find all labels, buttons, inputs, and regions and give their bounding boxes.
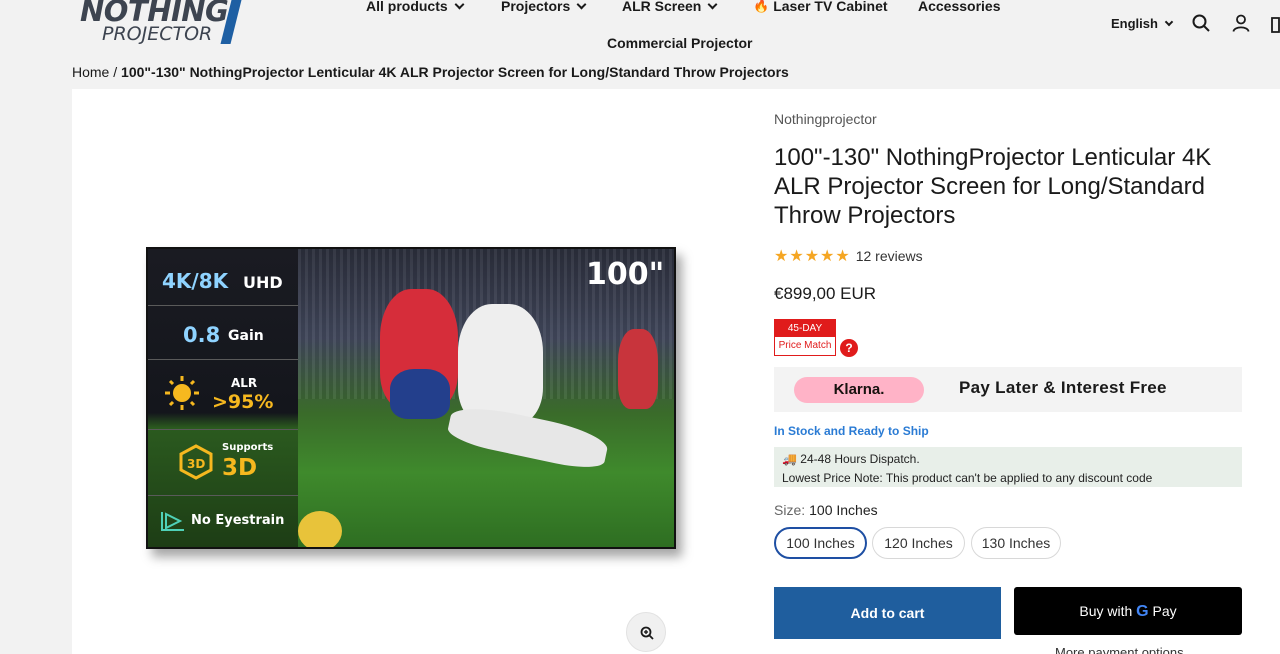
feature-alr-value: >95% (212, 391, 274, 413)
feature-eyestrain: No Eyestrain (191, 513, 285, 528)
klarna-logo: Klarna. (794, 377, 924, 403)
feature-divider (148, 429, 298, 430)
star-icon: ★ (804, 248, 820, 265)
product-title: 100"-130" NothingProjector Lenticular 4K… (774, 144, 1212, 229)
star-icon: ★ (789, 248, 804, 265)
feature-divider (148, 305, 298, 306)
truck-icon: 🚚 (782, 452, 797, 466)
google-pay-button[interactable]: Buy with G Pay (1014, 587, 1242, 635)
breadcrumb: Home / 100"-130" NothingProjector Lentic… (72, 64, 789, 80)
chevron-down-icon (454, 0, 465, 9)
language-label: English (1111, 16, 1158, 31)
price-match-badge: 45-DAY Price Match (774, 319, 836, 356)
nav-laser-tv-cabinet[interactable]: 🔥 Laser TV Cabinet (753, 0, 888, 14)
breadcrumb-current: 100"-130" NothingProjector Lenticular 4K… (121, 64, 789, 80)
image-ball (298, 511, 342, 547)
google-g-icon: G (1136, 603, 1149, 620)
nav-label: Laser TV Cabinet (773, 0, 888, 14)
main-nav: All products Projectors ALR Screen 🔥 Lase… (0, 0, 1280, 18)
nav-label: All products (366, 0, 448, 14)
cube-3d-icon: 3D (179, 444, 213, 480)
chevron-down-icon (576, 0, 587, 9)
feature-divider (148, 495, 298, 496)
feature-divider (148, 359, 298, 360)
price-note: Lowest Price Note: This product can't be… (782, 471, 1153, 485)
stock-status: In Stock and Ready to Ship (774, 424, 929, 438)
breadcrumb-home[interactable]: Home (72, 64, 109, 80)
cart-icon[interactable] (1270, 14, 1280, 36)
star-icon: ★ (835, 248, 850, 265)
star-icon: ★ (820, 248, 835, 265)
svg-text:3D: 3D (187, 457, 205, 471)
feature-alr-label: ALR (231, 376, 258, 390)
product-image[interactable]: 100" 4K/8K UHD 0.8 Gain ALR >95% 3D Supp… (146, 247, 676, 549)
product-price: €899,00 EUR (774, 284, 877, 303)
feature-resolution: 4K/8K (162, 269, 229, 293)
size-selected-value: 100 Inches (809, 502, 878, 518)
zoom-button[interactable] (626, 612, 666, 652)
size-option-120[interactable]: 120 Inches (872, 527, 965, 559)
dispatch-note: 🚚 24-48 Hours Dispatch. Lowest Price Not… (774, 447, 1242, 487)
product-vendor[interactable]: Nothingprojector (774, 111, 877, 127)
image-player-white (458, 304, 543, 424)
nav-label: ALR Screen (622, 0, 702, 14)
nav-projectors[interactable]: Projectors (501, 0, 587, 14)
feature-resolution-unit: UHD (243, 273, 283, 292)
feature-supports-value: 3D (222, 455, 258, 481)
badge-days: 45-DAY (775, 320, 835, 337)
feature-gain-label: Gain (228, 328, 264, 344)
klarna-text: Pay Later & Interest Free (959, 378, 1167, 397)
account-icon[interactable] (1232, 14, 1250, 32)
search-icon[interactable] (1192, 14, 1210, 32)
gpay-pay: Pay (1152, 603, 1177, 619)
nav-alr-screen[interactable]: ALR Screen (622, 0, 718, 14)
feature-gain-value: 0.8 (183, 323, 221, 347)
dispatch-text: 24-48 Hours Dispatch. (800, 452, 920, 466)
klarna-banner[interactable]: Klarna. Pay Later & Interest Free (774, 367, 1242, 412)
breadcrumb-separator: / (113, 64, 118, 80)
nav-label: Projectors (501, 0, 571, 14)
nav-commercial-projector[interactable]: Commercial Projector (607, 35, 753, 51)
add-to-cart-button[interactable]: Add to cart (774, 587, 1001, 639)
review-count[interactable]: 12 reviews (856, 248, 923, 264)
language-selector[interactable]: English (1111, 16, 1174, 31)
more-payment-options-link[interactable]: More payment options (1055, 645, 1184, 654)
flame-icon: 🔥 (753, 0, 770, 13)
image-player-background (618, 329, 658, 409)
size-label: Size: 100 Inches (774, 502, 878, 518)
image-size-badge: 100" (586, 257, 665, 292)
star-icon: ★ (774, 248, 789, 265)
badge-text: Price Match (778, 340, 832, 351)
chevron-down-icon (1164, 17, 1174, 26)
size-option-100[interactable]: 100 Inches (774, 527, 867, 559)
nav-all-products[interactable]: All products (366, 0, 465, 14)
sun-icon (165, 376, 199, 410)
zoom-in-icon (640, 626, 654, 640)
chevron-down-icon (707, 0, 718, 9)
feature-supports-label: Supports (222, 442, 274, 453)
nav-label: Accessories (918, 0, 1001, 14)
nav-accessories[interactable]: Accessories (918, 0, 1001, 14)
gpay-label: Buy with (1079, 603, 1133, 619)
rating-stars[interactable]: ★ ★ ★ ★ ★ 12 reviews (774, 246, 923, 266)
eye-care-icon (161, 512, 184, 531)
logo-text-bottom: PROJECTOR (102, 23, 213, 45)
help-icon[interactable]: ? (840, 339, 858, 357)
image-player-shorts (390, 369, 450, 419)
size-label-text: Size: (774, 502, 806, 518)
size-option-130[interactable]: 130 Inches (971, 527, 1061, 559)
